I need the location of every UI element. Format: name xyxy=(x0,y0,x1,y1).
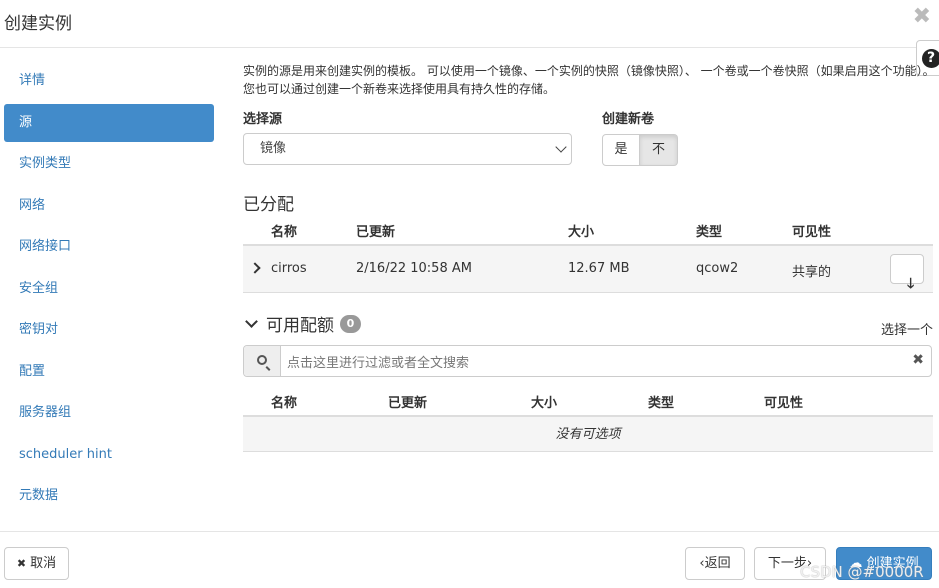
column-type[interactable]: 类型 xyxy=(696,221,722,240)
table-header: 名称 已更新 大小 类型 可见性 xyxy=(243,214,933,246)
source-description: 实例的源是用来创建实例的模板。 可以使用一个镜像、一个实例的快照（镜像快照）、 … xyxy=(243,64,935,96)
sidebar-item-source[interactable]: 源 xyxy=(4,103,214,142)
search-icon xyxy=(257,355,267,365)
chevron-right-icon[interactable] xyxy=(249,262,261,274)
deallocate-button[interactable]: 🡓 xyxy=(890,254,924,292)
allocated-table: 名称 已更新 大小 类型 可见性 cirros 2/16/22 10:58 AM… xyxy=(243,214,933,293)
search-addon xyxy=(244,346,281,376)
sidebar-item-key-pair[interactable]: 密钥对 xyxy=(4,311,214,349)
watermark: CSDN @#0000R xyxy=(800,563,924,581)
dialog-footer: ✖ 取消 ‹返回 下一步› ☁ 创建实例 xyxy=(0,531,939,588)
back-button[interactable]: ‹返回 xyxy=(685,547,745,580)
clear-icon[interactable]: ✖ xyxy=(912,352,924,368)
column-updated[interactable]: 已更新 xyxy=(356,221,395,240)
row-updated: 2/16/22 10:58 AM xyxy=(356,261,472,276)
row-size: 12.67 MB xyxy=(568,261,630,276)
available-title[interactable]: 可用配额 0 xyxy=(243,311,361,336)
arrow-down-icon: 🡓 xyxy=(907,276,915,292)
column-name[interactable]: 名称 xyxy=(271,392,297,411)
table-header: 名称 已更新 大小 类型 可见性 xyxy=(243,385,933,417)
sidebar-item-security-groups[interactable]: 安全组 xyxy=(4,270,214,308)
chevron-down-icon xyxy=(245,314,258,328)
available-count-badge: 0 xyxy=(340,314,361,333)
sidebar-item-configuration[interactable]: 配置 xyxy=(4,353,214,391)
create-volume-label: 创建新卷 xyxy=(602,112,655,127)
sidebar-item-scheduler-hint[interactable]: scheduler hint xyxy=(4,436,214,474)
column-type[interactable]: 类型 xyxy=(648,392,674,411)
search-placeholder: 点击这里进行过滤或者全文搜索 xyxy=(287,356,470,371)
select-one-label: 选择一个 xyxy=(880,323,933,338)
sidebar-item-details[interactable]: 详情 xyxy=(4,62,214,100)
column-visibility[interactable]: 可见性 xyxy=(792,221,831,240)
dialog-header: 创建实例 ✖ xyxy=(0,0,939,48)
row-type: qcow2 xyxy=(696,261,739,276)
sidebar-item-network-ports[interactable]: 网络接口 xyxy=(4,228,214,266)
create-volume-no-button[interactable]: 不 xyxy=(640,134,678,166)
column-visibility[interactable]: 可见性 xyxy=(764,392,803,411)
available-title-text: 可用配额 xyxy=(266,316,334,336)
wizard-sidebar: 详情 源 实例类型 网络 网络接口 安全组 密钥对 配置 服务器组 schedu… xyxy=(4,62,214,519)
dialog-title: 创建实例 xyxy=(4,14,72,34)
boot-source-select[interactable]: 镜像 xyxy=(243,133,572,165)
available-table: 名称 已更新 大小 类型 可见性 没有可选项 xyxy=(243,385,933,452)
select-source-label: 选择源 xyxy=(243,112,283,127)
boot-source-value: 镜像 xyxy=(260,141,287,156)
create-volume-yes-button[interactable]: 是 xyxy=(602,134,640,166)
search-input[interactable]: 点击这里进行过滤或者全文搜索 ✖ xyxy=(243,345,932,377)
chevron-down-icon xyxy=(555,141,567,153)
allocated-title: 已分配 xyxy=(243,195,294,215)
column-updated[interactable]: 已更新 xyxy=(388,392,427,411)
close-icon: ✖ xyxy=(16,557,27,570)
cancel-label: 取消 xyxy=(30,556,57,571)
row-visibility: 共享的 xyxy=(792,265,832,280)
source-panel: 实例的源是用来创建实例的模板。 可以使用一个镜像、一个实例的快照（镜像快照）、 … xyxy=(243,62,935,452)
column-size[interactable]: 大小 xyxy=(531,392,557,411)
sidebar-item-flavor[interactable]: 实例类型 xyxy=(4,145,214,183)
sidebar-item-server-groups[interactable]: 服务器组 xyxy=(4,394,214,432)
empty-message: 没有可选项 xyxy=(243,417,933,452)
row-name: cirros xyxy=(271,261,307,276)
table-row[interactable]: cirros 2/16/22 10:58 AM 12.67 MB qcow2 共… xyxy=(243,246,933,293)
close-icon[interactable]: ✖ xyxy=(913,4,931,29)
cancel-button[interactable]: ✖ 取消 xyxy=(4,547,69,580)
sidebar-item-networks[interactable]: 网络 xyxy=(4,187,214,225)
sidebar-item-metadata[interactable]: 元数据 xyxy=(4,477,214,515)
create-volume-toggle[interactable]: 是 不 xyxy=(602,134,678,166)
column-size[interactable]: 大小 xyxy=(568,221,594,240)
column-name[interactable]: 名称 xyxy=(271,221,297,240)
